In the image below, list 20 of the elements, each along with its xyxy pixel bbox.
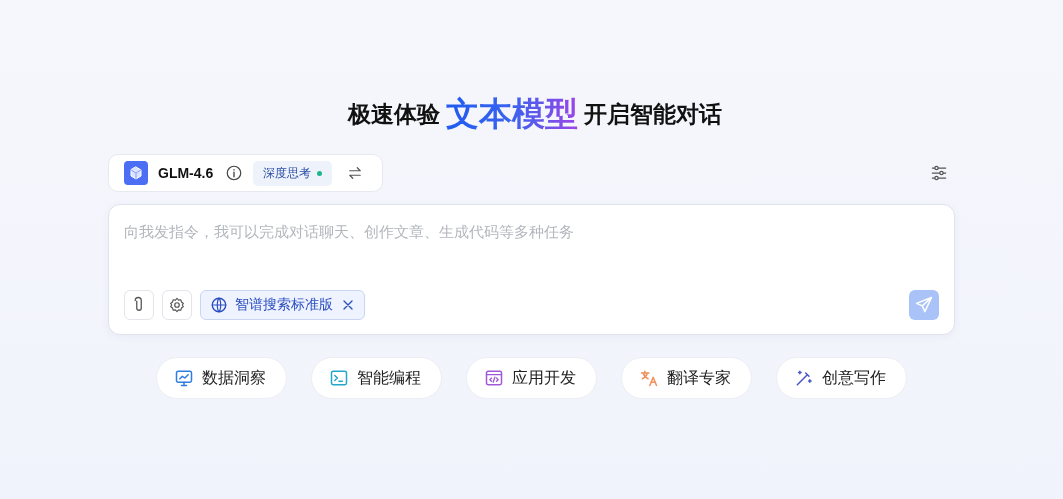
prompt-field[interactable]: 向我发指令，我可以完成对话聊天、创作文章、生成代码等多种任务 智谱搜索标准版 <box>108 204 955 335</box>
headline-text: 开启智能对话 <box>583 100 722 129</box>
chip-label: 智谱搜索标准版 <box>235 296 333 314</box>
cube-icon <box>124 161 148 185</box>
info-icon[interactable] <box>225 164 244 182</box>
shortcut-button[interactable]: 智能编程 <box>311 357 442 399</box>
settings-button[interactable] <box>162 290 192 320</box>
shortcut-button[interactable]: 翻译专家 <box>621 357 752 399</box>
settings-sliders-icon[interactable] <box>929 163 949 183</box>
search-tool-chip[interactable]: 智谱搜索标准版 <box>200 290 365 320</box>
shortcut-button[interactable]: 数据洞察 <box>156 357 287 399</box>
model-name[interactable]: GLM-4.6 <box>158 165 214 181</box>
globe-icon <box>210 296 228 314</box>
deep-thinking-toggle[interactable]: 深度思考 <box>253 160 333 186</box>
headline-text: 极速体验 <box>347 100 440 129</box>
attach-button[interactable] <box>124 290 154 320</box>
shortcut-button[interactable]: 应用开发 <box>466 357 597 399</box>
shortcut-button[interactable]: 创意写作 <box>776 357 907 399</box>
send-icon <box>914 295 934 315</box>
settings-icon <box>168 296 186 314</box>
